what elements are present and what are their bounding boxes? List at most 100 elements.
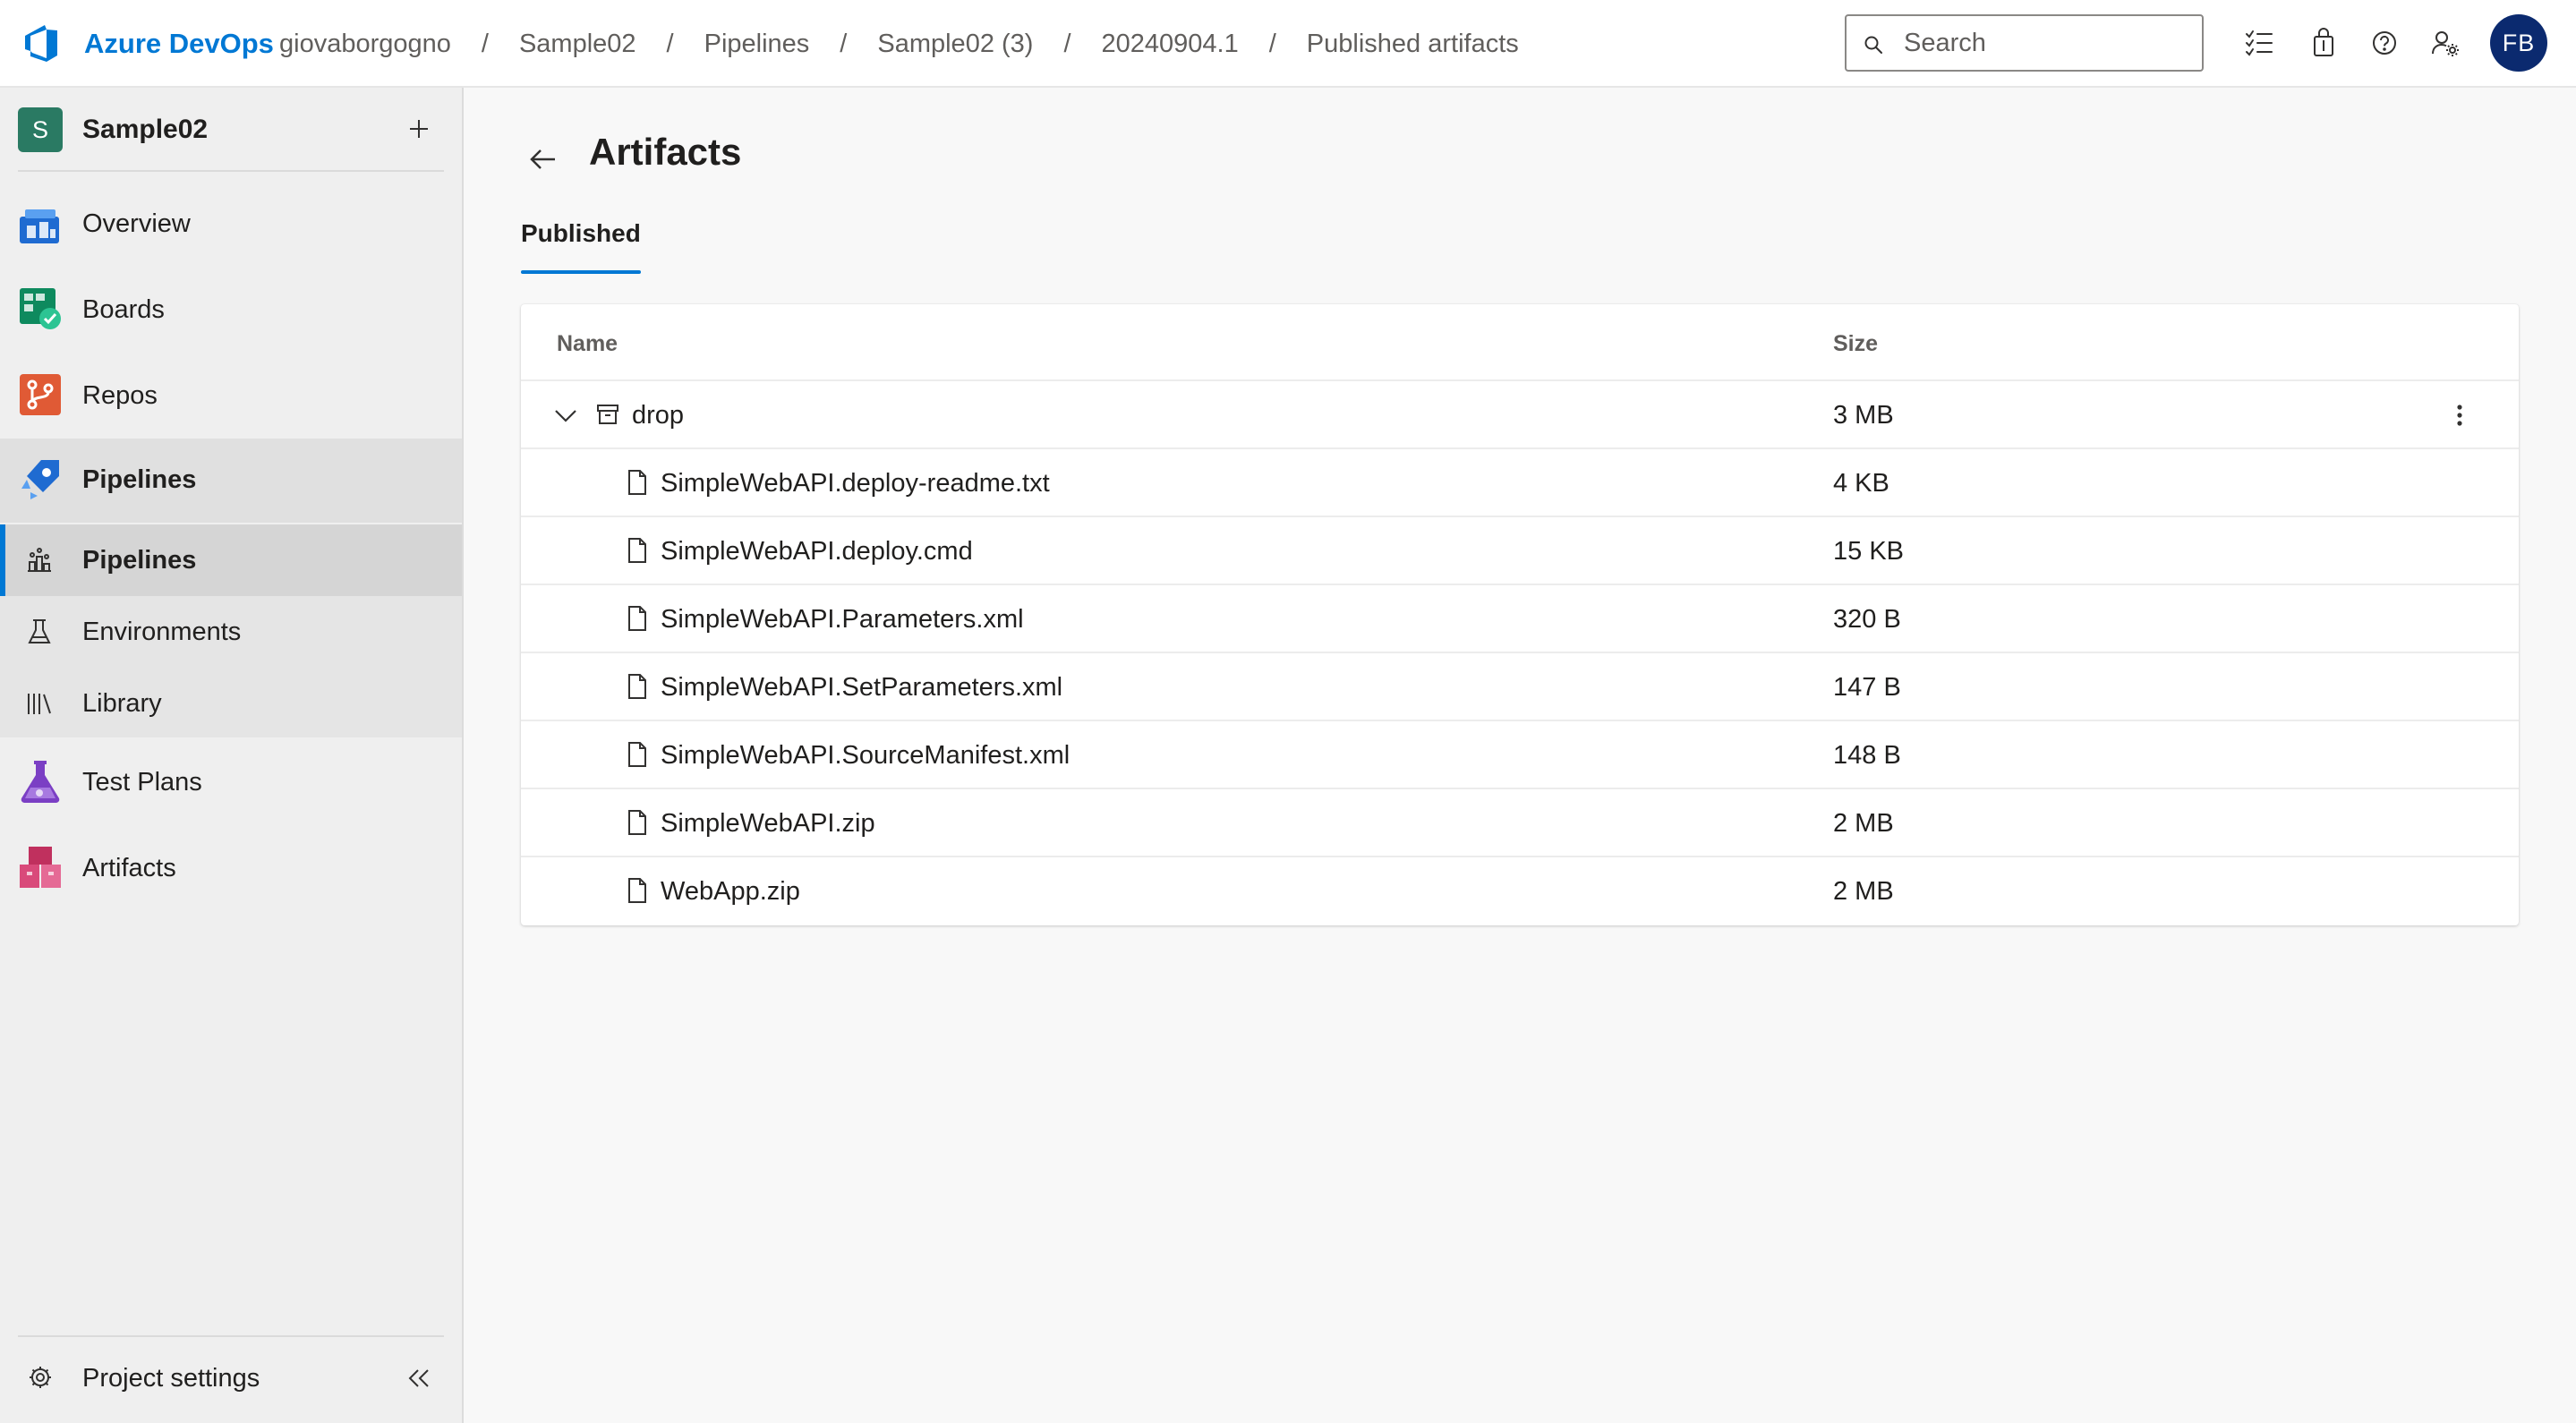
brand-name[interactable]: Azure DevOps	[84, 27, 274, 61]
file-size: 2 MB	[1833, 877, 1894, 906]
breadcrumb-organization[interactable]: giovaborgogno	[279, 27, 451, 61]
user-settings-icon[interactable]	[2429, 27, 2461, 59]
sidebar-item-label: Boards	[82, 295, 165, 324]
file-row[interactable]: SimpleWebAPI.SourceManifest.xml 148 B	[521, 721, 2519, 789]
tab-selected-indicator	[521, 270, 641, 274]
column-header-name[interactable]: Name	[557, 329, 618, 358]
chevron-down-icon[interactable]	[553, 403, 578, 428]
file-row[interactable]: SimpleWebAPI.Parameters.xml 320 B	[521, 585, 2519, 653]
library-icon	[25, 689, 54, 718]
breadcrumb: giovaborgogno / Sample02 / Pipelines / S…	[279, 27, 1519, 61]
top-bar: Azure DevOps giovaborgogno / Sample02 / …	[0, 0, 2576, 88]
search-input[interactable]	[1904, 25, 2190, 61]
project-name[interactable]: Sample02	[82, 113, 208, 147]
file-row[interactable]: SimpleWebAPI.deploy.cmd 15 KB	[521, 517, 2519, 585]
more-options-icon[interactable]	[2444, 399, 2476, 431]
sidebar-item-repos[interactable]: Repos	[0, 354, 462, 439]
back-arrow-icon[interactable]	[525, 141, 560, 177]
sidebar-item-overview[interactable]: Overview	[0, 184, 462, 268]
sidebar-item-label: Overview	[82, 209, 191, 238]
file-icon	[627, 469, 652, 496]
folder-name[interactable]: drop	[632, 399, 684, 431]
page-title: Artifacts	[589, 131, 742, 173]
search-icon	[1863, 34, 1884, 55]
file-icon	[627, 877, 652, 904]
breadcrumb-pipeline[interactable]: Sample02 (3)	[877, 27, 1033, 61]
file-icon	[627, 605, 652, 632]
add-icon[interactable]	[401, 111, 437, 147]
environments-icon	[25, 618, 54, 646]
file-icon	[627, 809, 652, 836]
sidebar-subitem-label: Environments	[82, 618, 242, 646]
file-size: 2 MB	[1833, 809, 1894, 838]
file-row[interactable]: SimpleWebAPI.deploy-readme.txt 4 KB	[521, 449, 2519, 517]
test-plans-icon	[18, 759, 63, 804]
file-name[interactable]: SimpleWebAPI.SourceManifest.xml	[661, 739, 1070, 771]
boards-icon	[18, 286, 63, 331]
project-avatar: S	[18, 107, 63, 152]
file-icon	[627, 537, 652, 564]
azure-devops-logo-icon[interactable]	[21, 22, 63, 64]
collapse-sidebar-icon[interactable]	[401, 1360, 437, 1396]
folder-row[interactable]: drop 3 MB	[521, 381, 2519, 449]
breadcrumb-pipelines[interactable]: Pipelines	[704, 27, 810, 61]
file-name[interactable]: SimpleWebAPI.zip	[661, 807, 875, 839]
sidebar-item-label: Pipelines	[82, 465, 197, 494]
file-row[interactable]: WebApp.zip 2 MB	[521, 857, 2519, 925]
sidebar-item-label: Artifacts	[82, 854, 176, 882]
file-name[interactable]: SimpleWebAPI.deploy-readme.txt	[661, 467, 1050, 499]
breadcrumb-project[interactable]: Sample02	[519, 27, 636, 61]
artifacts-table: Name Size drop 3 MB SimpleWebAPI.deploy-…	[521, 304, 2519, 925]
project-settings-button[interactable]: Project settings	[0, 1339, 462, 1418]
user-avatar[interactable]: FB	[2490, 14, 2547, 72]
breadcrumb-separator: /	[1268, 30, 1276, 58]
shopping-bag-icon[interactable]	[2307, 27, 2340, 59]
sidebar-divider	[18, 1335, 444, 1337]
file-icon	[627, 741, 652, 768]
file-name[interactable]: SimpleWebAPI.Parameters.xml	[661, 603, 1024, 635]
sidebar-divider	[18, 170, 444, 172]
sidebar-item-boards[interactable]: Boards	[0, 270, 462, 354]
breadcrumb-current-page[interactable]: Published artifacts	[1307, 27, 1519, 61]
breadcrumb-separator: /	[840, 30, 848, 58]
file-row[interactable]: SimpleWebAPI.zip 2 MB	[521, 789, 2519, 857]
folder-size: 3 MB	[1833, 401, 1894, 430]
search-box[interactable]	[1845, 14, 2204, 72]
artifact-box-icon	[596, 403, 621, 430]
sidebar-item-test-plans[interactable]: Test Plans	[0, 741, 462, 825]
project-settings-label: Project settings	[82, 1364, 260, 1393]
sidebar-subitem-label: Pipelines	[82, 546, 197, 575]
help-icon[interactable]	[2368, 27, 2401, 59]
file-size: 4 KB	[1833, 469, 1889, 498]
tab-published[interactable]: Published	[521, 217, 641, 276]
file-row[interactable]: SimpleWebAPI.SetParameters.xml 147 B	[521, 653, 2519, 721]
file-size: 320 B	[1833, 605, 1901, 634]
sidebar-subitem-library[interactable]: Library	[0, 668, 462, 739]
sidebar-item-label: Repos	[82, 381, 158, 410]
breadcrumb-separator: /	[1063, 30, 1071, 58]
repos-icon	[18, 372, 63, 417]
breadcrumb-run[interactable]: 20240904.1	[1102, 27, 1239, 61]
tab-label: Published	[521, 219, 641, 247]
file-name[interactable]: WebApp.zip	[661, 875, 800, 907]
sidebar: S Sample02 Overview Boards Repos Pipelin…	[0, 88, 464, 1423]
sidebar-item-pipelines[interactable]: Pipelines	[0, 439, 462, 523]
sidebar-item-artifacts[interactable]: Artifacts	[0, 827, 462, 911]
sidebar-subitem-pipelines[interactable]: Pipelines	[0, 524, 462, 596]
gear-icon	[27, 1364, 55, 1393]
sidebar-item-label: Test Plans	[82, 768, 202, 797]
breadcrumb-separator: /	[666, 30, 674, 58]
column-header-size[interactable]: Size	[1833, 329, 1878, 358]
pipelines-sub-icon	[25, 546, 54, 575]
file-name[interactable]: SimpleWebAPI.SetParameters.xml	[661, 671, 1062, 703]
sidebar-subitem-label: Library	[82, 689, 162, 718]
file-size: 147 B	[1833, 673, 1901, 702]
pipelines-submenu: Pipelines Environments Library	[0, 524, 462, 737]
task-list-icon[interactable]	[2243, 27, 2275, 59]
file-size: 148 B	[1833, 741, 1901, 770]
artifacts-icon	[18, 845, 63, 890]
project-header[interactable]: S Sample02	[0, 88, 462, 170]
sidebar-subitem-environments[interactable]: Environments	[0, 596, 462, 668]
file-icon	[627, 673, 652, 700]
file-name[interactable]: SimpleWebAPI.deploy.cmd	[661, 535, 973, 567]
